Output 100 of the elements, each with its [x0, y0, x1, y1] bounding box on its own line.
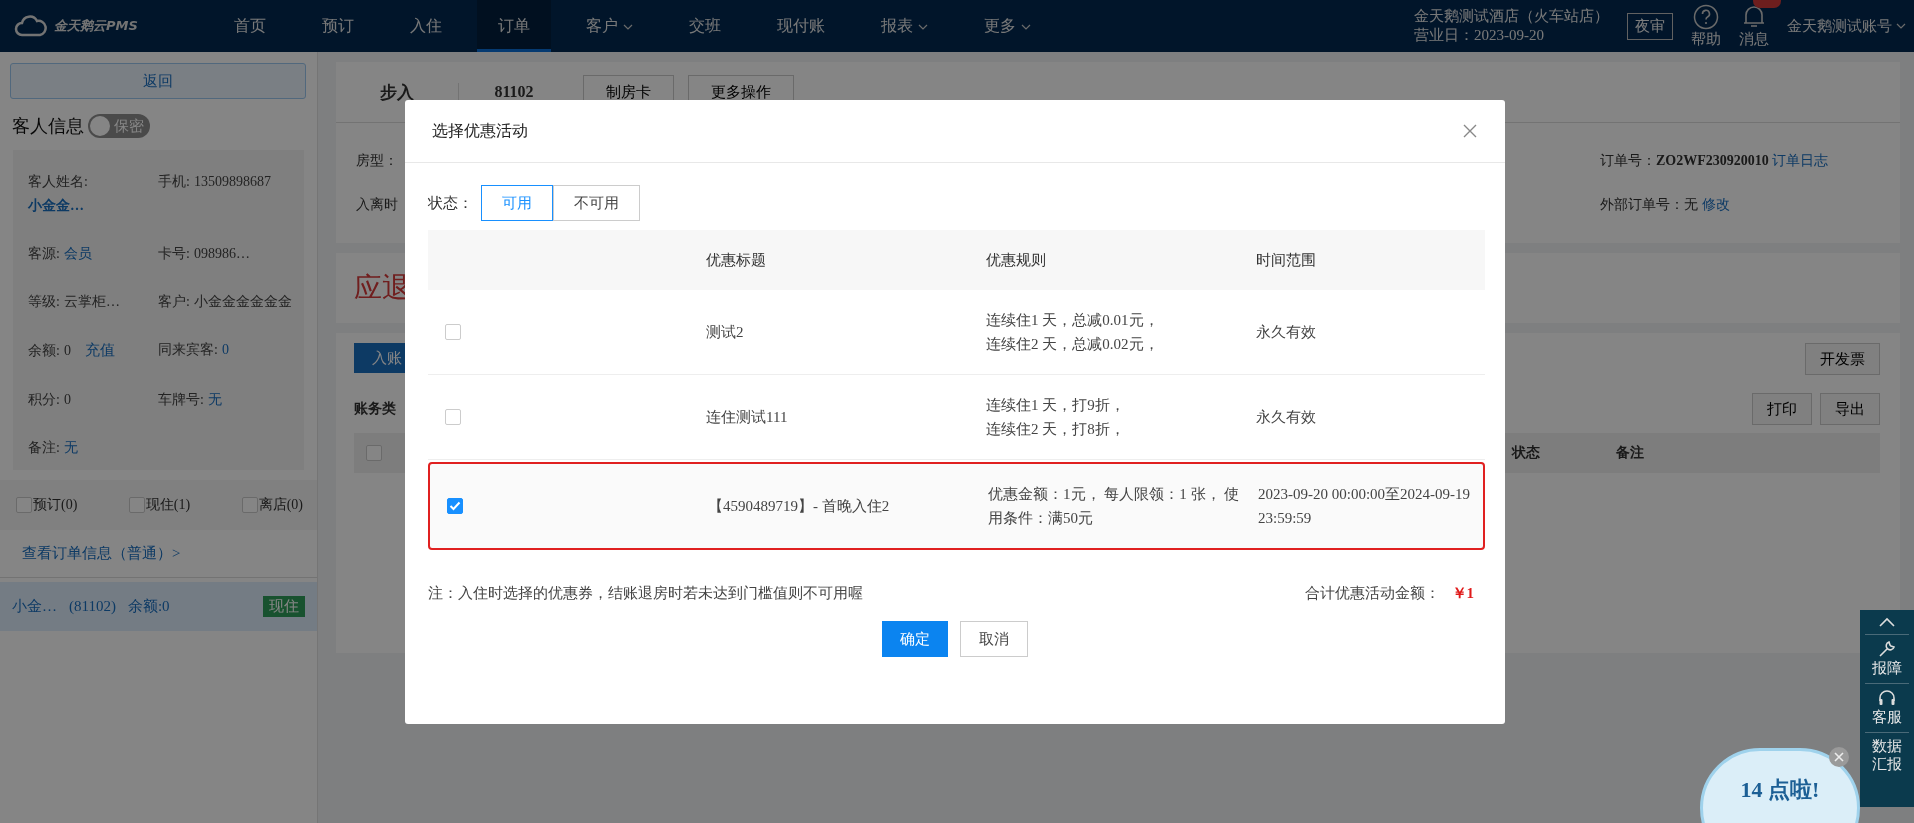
field-value: 13509898687 [193, 174, 271, 189]
field-value: 0 [63, 343, 71, 359]
help-label[interactable]: 帮助 [1691, 29, 1721, 49]
confirm-button[interactable]: 确定 [882, 621, 948, 657]
toolbar-label[interactable]: 数据汇报 [1871, 737, 1903, 773]
bell-icon[interactable] [1742, 3, 1766, 30]
nav-menu-item[interactable]: 预订 [301, 0, 375, 52]
reminder-bubble[interactable]: 14 点啦! [1700, 748, 1860, 823]
dates-label: 入离时 [356, 196, 398, 214]
status-tab[interactable]: 不可用 [553, 185, 640, 221]
account-menu[interactable]: 金天鹅测试账号 [1787, 16, 1892, 36]
filter-label[interactable]: 预订(0) [33, 496, 78, 514]
field-value: 098986… [193, 246, 250, 262]
row-checkbox[interactable] [447, 498, 463, 514]
chevron-up-icon[interactable] [1878, 616, 1896, 628]
nav-menu-item[interactable]: 现付账 [756, 0, 846, 52]
dialog-title: 选择优惠活动 [432, 120, 528, 141]
coupon-rule: 连续住2 天，总减0.02元， [986, 335, 1160, 354]
field-value: 小金金金金金金 [193, 294, 292, 310]
field-label: 备注: [28, 439, 60, 455]
field-label: 车牌号: [158, 391, 204, 407]
cancel-button[interactable]: 取消 [960, 621, 1028, 657]
room-number: (81102) [69, 598, 116, 615]
logo-text: 金天鹅云PMS [54, 17, 138, 35]
help-icon[interactable] [1693, 3, 1719, 30]
row-checkbox[interactable] [445, 409, 461, 425]
status-tag: 现住 [263, 596, 305, 617]
filter-checkbox[interactable] [16, 497, 32, 513]
messages-label[interactable]: 消息 [1739, 29, 1769, 49]
coupon-rule: 优惠金额：1元， 每人限领：1 张， 使用条件：满50元 [988, 485, 1241, 528]
field-value[interactable]: 无 [63, 439, 78, 455]
field-label: 余额: [28, 343, 60, 359]
field-label: 客源: [28, 246, 60, 262]
toolbar-label[interactable]: 报障 [1871, 659, 1903, 677]
wrench-icon[interactable] [1877, 639, 1897, 659]
night-audit-button[interactable]: 夜审 [1627, 12, 1673, 40]
room-list-item[interactable]: 小金… (81102) 余额:0 现住 [0, 582, 317, 631]
coupon-row[interactable]: 测试2 连续住1 天，总减0.01元， 连续住2 天，总减0.02元， 永久有效 [428, 290, 1485, 375]
order-info-link[interactable]: 查看订单信息（普通）> [22, 545, 181, 561]
print-button[interactable]: 打印 [1752, 393, 1812, 425]
field-label: 卡号: [158, 246, 190, 262]
field-label: 手机: [158, 174, 190, 189]
invoice-button[interactable]: 开发票 [1805, 343, 1880, 375]
filter-label[interactable]: 离店(0) [258, 496, 303, 514]
filter-checkbox[interactable] [128, 497, 145, 513]
external-order-label: 外部订单号： [1600, 197, 1684, 212]
caret-icon[interactable] [1021, 24, 1031, 31]
edit-link[interactable]: 修改 [1701, 197, 1730, 212]
row-checkbox[interactable] [445, 324, 461, 340]
field-label: 客户: [158, 294, 190, 310]
nav-menu-item[interactable]: 订单 [477, 0, 551, 52]
account-type-label: 账务类 [354, 400, 396, 418]
order-number-label: 订单号： [1600, 153, 1656, 168]
hotel-name[interactable]: 金天鹅测试酒店（火车站店） [1414, 7, 1609, 26]
headset-icon[interactable] [1877, 688, 1897, 708]
field-label: 同来宾客: [158, 342, 218, 358]
column-header: 备注 [1616, 444, 1645, 462]
column-header: 状态 [1512, 444, 1541, 462]
back-button[interactable]: 返回 [10, 63, 306, 99]
note-text: 注：入住时选择的优惠券，结账退房时若未达到门槛值则不可用喔 [428, 584, 863, 603]
recharge-link[interactable]: 充值 [84, 342, 115, 359]
order-status: 步入 [379, 81, 415, 104]
coupon-rule: 连续住1 天，总减0.01元， [986, 311, 1160, 330]
coupon-row[interactable]: 连住测试111 连续住1 天，打9折， 连续住2 天，打8折， 永久有效 [428, 375, 1485, 460]
business-date: 营业日：2023-09-20 [1414, 26, 1545, 45]
field-label: 客人姓名: [28, 174, 88, 189]
filter-label[interactable]: 现住(1) [145, 496, 191, 514]
time-range: 永久有效 [1256, 408, 1317, 427]
close-icon[interactable] [1828, 746, 1850, 768]
coupon-title: 【4590489719】- 首晚入住2 [708, 496, 891, 516]
external-order-value: 无 [1684, 197, 1698, 212]
export-button[interactable]: 导出 [1820, 393, 1880, 425]
nav-menu-item[interactable]: 报表 [860, 0, 949, 52]
caret-icon[interactable] [1896, 23, 1906, 29]
balance-text: 余额:0 [127, 597, 170, 616]
order-log-link[interactable]: 订单日志 [1772, 153, 1829, 168]
field-value[interactable]: 会员 [63, 246, 92, 262]
select-all-checkbox[interactable] [366, 445, 382, 461]
guest-info-title: 客人信息 [12, 115, 84, 138]
coupon-rule: 连续住1 天，打9折， [986, 396, 1126, 415]
close-icon[interactable] [1463, 124, 1477, 138]
filter-checkbox[interactable] [241, 497, 258, 513]
nav-menu-item[interactable]: 首页 [213, 0, 287, 52]
caret-icon[interactable] [918, 24, 928, 31]
caret-icon[interactable] [623, 24, 633, 31]
cloud-logo-icon [14, 15, 48, 37]
field-label: 积分: [28, 391, 60, 407]
field-value[interactable]: 0 [221, 342, 229, 358]
refund-label: 应退 [354, 271, 410, 305]
field-label: 等级: [28, 294, 60, 310]
nav-menu-item[interactable]: 交班 [668, 0, 742, 52]
status-tab[interactable]: 可用 [481, 185, 553, 221]
nav-menu-item[interactable]: 客户 [565, 0, 654, 52]
nav-menu-item[interactable]: 更多 [963, 0, 1052, 52]
toolbar-label[interactable]: 客服 [1871, 708, 1903, 726]
nav-menu-item[interactable]: 入住 [389, 0, 463, 52]
coupon-row[interactable]: 【4590489719】- 首晚入住2 优惠金额：1元， 每人限领：1 张， 使用条件：满50元 2023-09-20 00:00:00至2024-09-19 23:59:59 [428, 462, 1485, 550]
field-value[interactable]: 小金金… [28, 198, 84, 213]
field-value[interactable]: 无 [207, 391, 222, 407]
order-number: ZO2WF230920010 [1656, 153, 1769, 168]
